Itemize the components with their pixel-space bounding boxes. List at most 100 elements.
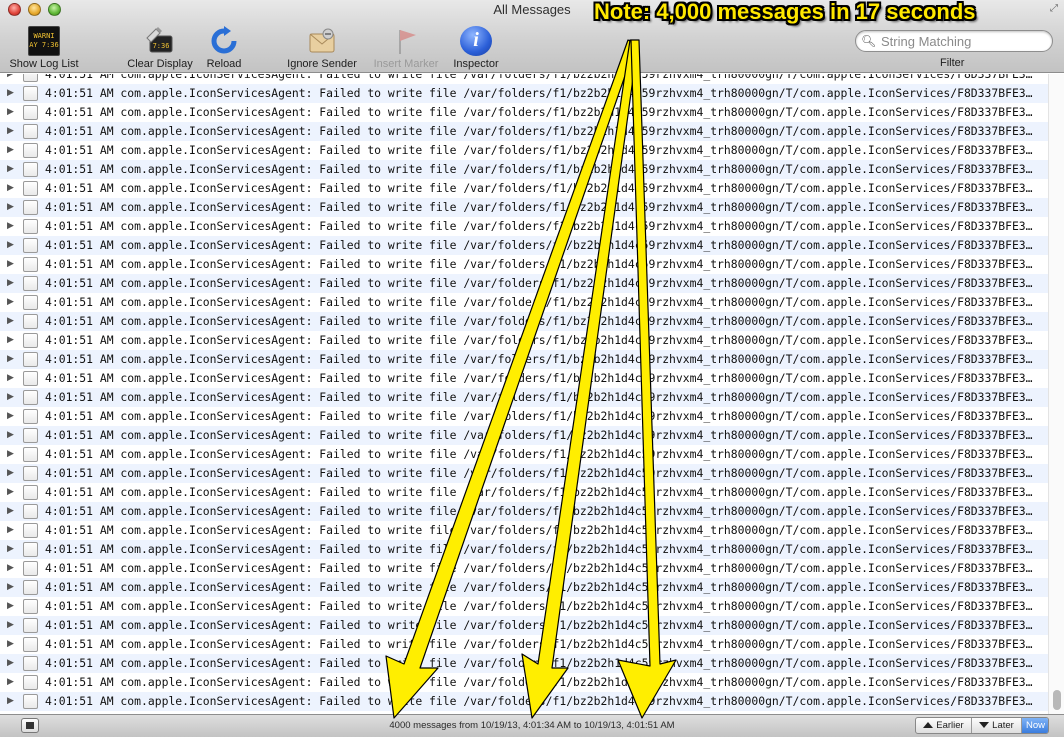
row-checkbox[interactable] (23, 162, 38, 177)
disclosure-triangle-icon[interactable]: ▶ (7, 84, 14, 103)
disclosure-triangle-icon[interactable]: ▶ (7, 635, 14, 654)
log-row[interactable]: ▶ 4:01:51 AM com.apple.IconServicesAgent:… (0, 616, 1048, 635)
row-checkbox[interactable] (23, 447, 38, 462)
insert-marker-button[interactable]: Insert Marker (369, 26, 443, 70)
disclosure-triangle-icon[interactable]: ▶ (7, 198, 14, 217)
log-row[interactable]: ▶ 4:01:51 AM com.apple.IconServicesAgent:… (0, 578, 1048, 597)
row-checkbox[interactable] (23, 504, 38, 519)
row-checkbox[interactable] (23, 219, 38, 234)
disclosure-triangle-icon[interactable]: ▶ (7, 597, 14, 616)
row-checkbox[interactable] (23, 637, 38, 652)
disclosure-triangle-icon[interactable]: ▶ (7, 122, 14, 141)
disclosure-triangle-icon[interactable]: ▶ (7, 502, 14, 521)
log-row[interactable]: ▶ 4:01:51 AM com.apple.IconServicesAgent:… (0, 122, 1048, 141)
disclosure-triangle-icon[interactable]: ▶ (7, 255, 14, 274)
row-checkbox[interactable] (23, 485, 38, 500)
row-checkbox[interactable] (23, 352, 38, 367)
row-checkbox[interactable] (23, 599, 38, 614)
log-row[interactable]: ▶ 4:01:51 AM com.apple.IconServicesAgent:… (0, 483, 1048, 502)
disclosure-triangle-icon[interactable]: ▶ (7, 407, 14, 426)
row-checkbox[interactable] (23, 561, 38, 576)
disclosure-triangle-icon[interactable]: ▶ (7, 74, 14, 84)
row-checkbox[interactable] (23, 86, 38, 101)
log-row[interactable]: ▶ 4:01:51 AM com.apple.IconServicesAgent:… (0, 312, 1048, 331)
log-row[interactable]: ▶ 4:01:51 AM com.apple.IconServicesAgent:… (0, 350, 1048, 369)
row-checkbox[interactable] (23, 276, 38, 291)
disclosure-triangle-icon[interactable]: ▶ (7, 464, 14, 483)
disclosure-triangle-icon[interactable]: ▶ (7, 578, 14, 597)
disclosure-triangle-icon[interactable]: ▶ (7, 293, 14, 312)
disclosure-triangle-icon[interactable]: ▶ (7, 654, 14, 673)
log-row[interactable]: ▶ 4:01:51 AM com.apple.IconServicesAgent:… (0, 654, 1048, 673)
log-row[interactable]: ▶ 4:01:51 AM com.apple.IconServicesAgent:… (0, 255, 1048, 274)
log-row[interactable]: ▶ 4:01:51 AM com.apple.IconServicesAgent:… (0, 141, 1048, 160)
row-checkbox[interactable] (23, 618, 38, 633)
log-row[interactable]: ▶ 4:01:51 AM com.apple.IconServicesAgent:… (0, 331, 1048, 350)
disclosure-triangle-icon[interactable]: ▶ (7, 179, 14, 198)
disclosure-triangle-icon[interactable]: ▶ (7, 673, 14, 692)
row-checkbox[interactable] (23, 124, 38, 139)
disclosure-triangle-icon[interactable]: ▶ (7, 274, 14, 293)
row-checkbox[interactable] (23, 694, 38, 709)
fullscreen-icon[interactable]: ⤢ (1050, 3, 1058, 14)
disclosure-triangle-icon[interactable]: ▶ (7, 692, 14, 711)
filter-search-field[interactable]: 🔍︎ (855, 30, 1053, 52)
log-row[interactable]: ▶ 4:01:51 AM com.apple.IconServicesAgent:… (0, 74, 1048, 84)
log-row[interactable]: ▶ 4:01:51 AM com.apple.IconServicesAgent:… (0, 274, 1048, 293)
log-row[interactable]: ▶ 4:01:51 AM com.apple.IconServicesAgent:… (0, 673, 1048, 692)
later-button[interactable]: Later (972, 718, 1022, 733)
log-row[interactable]: ▶ 4:01:51 AM com.apple.IconServicesAgent:… (0, 426, 1048, 445)
row-checkbox[interactable] (23, 314, 38, 329)
log-row[interactable]: ▶ 4:01:51 AM com.apple.IconServicesAgent:… (0, 445, 1048, 464)
search-input[interactable] (881, 33, 1047, 49)
disclosure-triangle-icon[interactable]: ▶ (7, 312, 14, 331)
row-checkbox[interactable] (23, 390, 38, 405)
row-checkbox[interactable] (23, 428, 38, 443)
disclosure-triangle-icon[interactable]: ▶ (7, 369, 14, 388)
inspector-button[interactable]: i Inspector (449, 26, 503, 70)
log-row[interactable]: ▶ 4:01:51 AM com.apple.IconServicesAgent:… (0, 559, 1048, 578)
row-checkbox[interactable] (23, 181, 38, 196)
row-checkbox[interactable] (23, 238, 38, 253)
clear-display-button[interactable]: 7:36 Clear Display (124, 26, 196, 70)
row-checkbox[interactable] (23, 257, 38, 272)
disclosure-triangle-icon[interactable]: ▶ (7, 559, 14, 578)
now-button[interactable]: Now (1022, 718, 1048, 733)
row-checkbox[interactable] (23, 466, 38, 481)
log-row[interactable]: ▶ 4:01:51 AM com.apple.IconServicesAgent:… (0, 407, 1048, 426)
disclosure-triangle-icon[interactable]: ▶ (7, 103, 14, 122)
row-checkbox[interactable] (23, 295, 38, 310)
log-row[interactable]: ▶ 4:01:51 AM com.apple.IconServicesAgent:… (0, 179, 1048, 198)
scroll-thumb[interactable] (1053, 690, 1061, 710)
log-row[interactable]: ▶ 4:01:51 AM com.apple.IconServicesAgent:… (0, 692, 1048, 711)
log-row[interactable]: ▶ 4:01:51 AM com.apple.IconServicesAgent:… (0, 597, 1048, 616)
row-checkbox[interactable] (23, 656, 38, 671)
disclosure-triangle-icon[interactable]: ▶ (7, 350, 14, 369)
disclosure-triangle-icon[interactable]: ▶ (7, 236, 14, 255)
disclosure-triangle-icon[interactable]: ▶ (7, 141, 14, 160)
row-checkbox[interactable] (23, 74, 38, 82)
log-row[interactable]: ▶ 4:01:51 AM com.apple.IconServicesAgent:… (0, 293, 1048, 312)
row-checkbox[interactable] (23, 542, 38, 557)
log-row[interactable]: ▶ 4:01:51 AM com.apple.IconServicesAgent:… (0, 103, 1048, 122)
log-row[interactable]: ▶ 4:01:51 AM com.apple.IconServicesAgent:… (0, 217, 1048, 236)
disclosure-triangle-icon[interactable]: ▶ (7, 331, 14, 350)
log-row[interactable]: ▶ 4:01:51 AM com.apple.IconServicesAgent:… (0, 464, 1048, 483)
row-checkbox[interactable] (23, 580, 38, 595)
row-checkbox[interactable] (23, 200, 38, 215)
row-checkbox[interactable] (23, 409, 38, 424)
log-row[interactable]: ▶ 4:01:51 AM com.apple.IconServicesAgent:… (0, 521, 1048, 540)
log-row[interactable]: ▶ 4:01:51 AM com.apple.IconServicesAgent:… (0, 369, 1048, 388)
log-row[interactable]: ▶ 4:01:51 AM com.apple.IconServicesAgent:… (0, 160, 1048, 179)
reload-button[interactable]: Reload (202, 26, 246, 70)
ignore-sender-button[interactable]: Ignore Sender (284, 26, 360, 70)
row-checkbox[interactable] (23, 371, 38, 386)
earlier-button[interactable]: Earlier (916, 718, 972, 733)
disclosure-triangle-icon[interactable]: ▶ (7, 445, 14, 464)
vertical-scrollbar[interactable] (1048, 74, 1064, 714)
log-row[interactable]: ▶ 4:01:51 AM com.apple.IconServicesAgent:… (0, 388, 1048, 407)
disclosure-triangle-icon[interactable]: ▶ (7, 616, 14, 635)
row-checkbox[interactable] (23, 333, 38, 348)
show-log-list-button[interactable]: WARNI AY 7:36 Show Log List (6, 26, 82, 70)
row-checkbox[interactable] (23, 143, 38, 158)
